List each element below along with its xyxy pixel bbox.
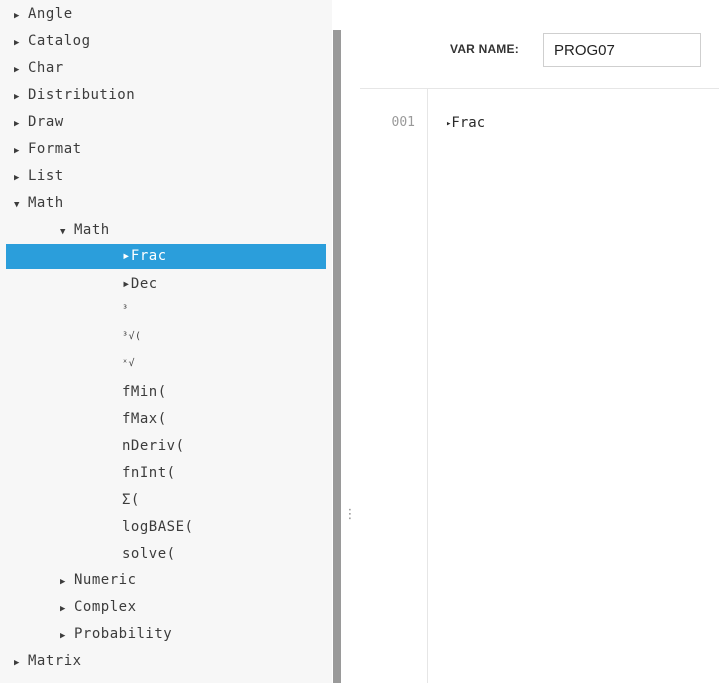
tree-item-label: Format (28, 141, 82, 157)
code-line[interactable]: ▸Frac (446, 115, 485, 131)
tree-item-label: fMin( (122, 384, 167, 400)
tree-item-angle[interactable]: ▶ Angle (6, 2, 326, 27)
tree-item-label: Char (28, 60, 64, 76)
tree-item-label: Catalog (28, 33, 91, 49)
tree-item-nderiv[interactable]: nDeriv( (6, 434, 326, 459)
tree-item-math[interactable]: ▼ Math (6, 218, 326, 243)
tree-item-label: List (28, 168, 64, 184)
tree-item-label: fnInt( (122, 465, 176, 481)
tree-item-[interactable]: Σ( (6, 488, 326, 513)
tree-item-complex[interactable]: ▶ Complex (6, 595, 326, 620)
collapsed-triangle-icon[interactable]: ▶ (14, 85, 28, 110)
collapsed-triangle-icon[interactable]: ▶ (14, 166, 28, 191)
tree-item-label: ³ (122, 304, 129, 315)
expanded-triangle-icon[interactable]: ▼ (60, 220, 74, 245)
tree-item-label: fMax( (122, 411, 167, 427)
tree-item-fmax[interactable]: fMax( (6, 407, 326, 432)
collapsed-triangle-icon[interactable]: ▶ (14, 58, 28, 83)
tree-item-label: ³√( (122, 331, 142, 342)
tree-item-label: Draw (28, 114, 64, 130)
catalog-tree-panel: ▶ Angle ▶ Catalog ▶ Char ▶ Distribution ▶ Draw ▶ Fo… (0, 0, 332, 683)
expanded-triangle-icon[interactable]: ▼ (14, 193, 28, 218)
line-number: 001 (391, 115, 415, 130)
tree-item-list[interactable]: ▶ List (6, 164, 326, 189)
program-editor: VAR NAME: 001 ▸Frac (360, 0, 719, 683)
tree-item-label: Matrix (28, 653, 82, 669)
tree-item-label: Math (74, 222, 110, 238)
tree-item-math[interactable]: ▼ Math (6, 191, 326, 216)
tree-item-[interactable]: ³√( (6, 326, 326, 351)
collapsed-triangle-icon[interactable]: ▶ (14, 112, 28, 137)
tree-item-probability[interactable]: ▶ Probability (6, 622, 326, 647)
tree-item-label: Math (28, 195, 64, 211)
tree-item-label: Distribution (28, 87, 136, 103)
collapsed-triangle-icon[interactable]: ▶ (60, 570, 74, 595)
code-text: Frac (451, 115, 486, 131)
tree-item-fmin[interactable]: fMin( (6, 380, 326, 405)
tree-item-[interactable]: ³ (6, 299, 326, 324)
tree-item-matrix[interactable]: ▶ Matrix (6, 649, 326, 674)
collapsed-triangle-icon[interactable]: ▶ (60, 624, 74, 649)
tree-item-catalog[interactable]: ▶ Catalog (6, 29, 326, 54)
collapsed-triangle-icon[interactable]: ▶ (14, 651, 28, 676)
tree-item-label: Probability (74, 626, 173, 642)
tree-item-label: logBASE( (122, 519, 194, 535)
tree-item-label: Complex (74, 599, 137, 615)
tree-item-dec[interactable]: ▸Dec (6, 272, 326, 297)
collapsed-triangle-icon[interactable]: ▶ (14, 4, 28, 29)
panel-splitter[interactable]: ⋮ (341, 0, 359, 683)
tree-item-numeric[interactable]: ▶ Numeric (6, 568, 326, 593)
var-name-label: VAR NAME: (450, 42, 519, 56)
tree-item-label: Σ( (122, 492, 140, 508)
tree-item-solve[interactable]: solve( (6, 542, 326, 567)
tree-item-logbase[interactable]: logBASE( (6, 515, 326, 540)
collapsed-triangle-icon[interactable]: ▶ (60, 597, 74, 622)
collapsed-triangle-icon[interactable]: ▶ (14, 139, 28, 164)
tree-item-fnint[interactable]: fnInt( (6, 461, 326, 486)
tree-item-label: solve( (122, 546, 176, 562)
tree-item-label: ▸Dec (122, 276, 158, 292)
tree-item-label: ▸Frac (122, 248, 167, 264)
tree-item-frac[interactable]: ▸Frac (6, 244, 326, 269)
tree-item-label: nDeriv( (122, 438, 185, 454)
tree-item-format[interactable]: ▶ Format (6, 137, 326, 162)
tree-item-label: ˣ√ (122, 358, 136, 369)
tree-item-draw[interactable]: ▶ Draw (6, 110, 326, 135)
tree-item-[interactable]: ˣ√ (6, 353, 326, 378)
tree-item-char[interactable]: ▶ Char (6, 56, 326, 81)
tree-scrollbar[interactable] (333, 30, 341, 683)
line-number-gutter: 001 (360, 89, 428, 683)
splitter-handle-icon[interactable]: ⋮ (341, 508, 359, 521)
var-name-input[interactable] (543, 33, 701, 67)
collapsed-triangle-icon[interactable]: ▶ (14, 31, 28, 56)
tree-item-distribution[interactable]: ▶ Distribution (6, 83, 326, 108)
tree-item-label: Numeric (74, 572, 137, 588)
tree-item-label: Angle (28, 6, 73, 22)
